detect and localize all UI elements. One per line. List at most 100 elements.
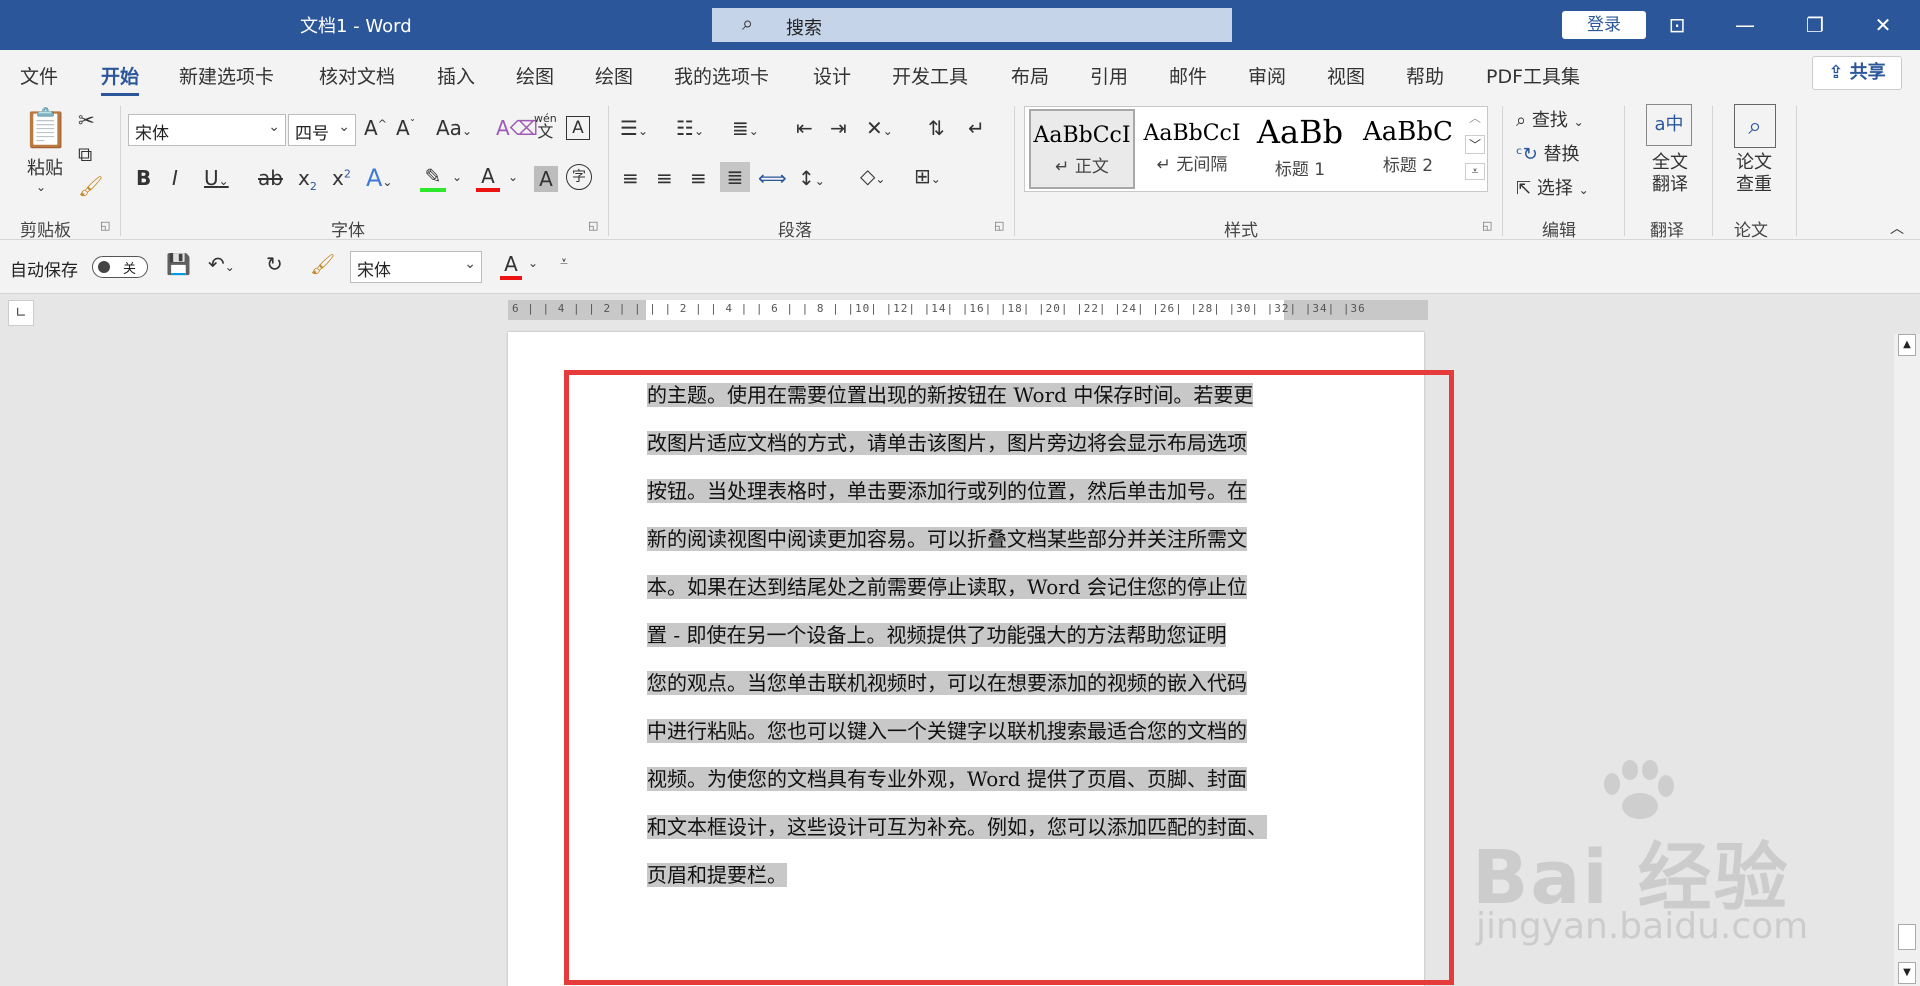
tab-review[interactable]: 审阅 bbox=[1248, 62, 1286, 89]
minimize-icon[interactable]: — bbox=[1730, 10, 1760, 40]
format-painter-icon[interactable]: 🖌 bbox=[78, 174, 103, 198]
tab-my-tab[interactable]: 我的选项卡 bbox=[674, 62, 769, 89]
collapse-ribbon-icon[interactable]: ︿ bbox=[1890, 218, 1904, 238]
copy-icon[interactable]: ⧉ bbox=[78, 142, 92, 166]
tab-draw-2[interactable]: 绘图 bbox=[595, 62, 633, 89]
tab-file[interactable]: 文件 bbox=[20, 62, 58, 89]
select-button[interactable]: ⇱ 选择 ⌄ bbox=[1516, 174, 1589, 200]
style-normal[interactable]: AaBbCcI ↵ 正文 bbox=[1029, 109, 1135, 189]
sort-icon[interactable]: ⇅ bbox=[928, 116, 945, 140]
highlight-color-icon[interactable]: ✎ bbox=[420, 164, 446, 192]
borders-icon[interactable]: ⊞⌄ bbox=[914, 164, 941, 188]
tab-review-doc[interactable]: 核对文档 bbox=[319, 62, 395, 89]
font-name-combo[interactable]: 宋体 ⌄ bbox=[128, 114, 286, 146]
character-border-icon[interactable]: A bbox=[566, 116, 590, 140]
paragraph-launcher-icon[interactable]: ◱ bbox=[994, 219, 1004, 232]
styles-launcher-icon[interactable]: ◱ bbox=[1482, 219, 1492, 232]
chinese-layout-icon[interactable]: ✕⌄ bbox=[866, 116, 893, 140]
tab-home[interactable]: 开始 bbox=[101, 62, 140, 96]
distributed-icon[interactable]: ⟺ bbox=[758, 166, 787, 190]
style-heading-1[interactable]: AaBb 标题 1 bbox=[1247, 109, 1353, 189]
format-painter-icon[interactable]: 🖌 bbox=[310, 252, 335, 276]
close-icon[interactable]: ✕ bbox=[1868, 10, 1898, 40]
clipboard-launcher-icon[interactable]: ◱ bbox=[100, 219, 110, 232]
tab-insert[interactable]: 插入 bbox=[437, 62, 475, 89]
horizontal-ruler[interactable]: 6 | | 4 | | 2 | | | | 2 | | 4 | | 6 | | … bbox=[508, 300, 1428, 320]
numbering-icon[interactable]: ☷⌄ bbox=[676, 116, 704, 140]
highlight-dropdown-icon[interactable]: ⌄ bbox=[452, 170, 462, 184]
qat-font-color-dropdown-icon[interactable]: ⌄ bbox=[528, 256, 538, 270]
phonetic-guide-icon[interactable]: wén 文 bbox=[534, 112, 557, 140]
cut-icon[interactable]: ✂ bbox=[78, 108, 95, 132]
subscript-icon[interactable]: x2 bbox=[298, 166, 317, 193]
tab-mailings[interactable]: 邮件 bbox=[1169, 62, 1207, 89]
shrink-font-icon[interactable]: Aˇ bbox=[396, 116, 415, 140]
full-translate-button[interactable]: 全文 翻译 bbox=[1640, 152, 1700, 196]
tab-references[interactable]: 引用 bbox=[1090, 62, 1128, 89]
italic-icon[interactable]: I bbox=[172, 166, 178, 190]
vertical-scrollbar[interactable]: ▲ ▼ bbox=[1894, 334, 1920, 986]
align-center-icon[interactable]: ≡ bbox=[656, 166, 673, 190]
multilevel-list-icon[interactable]: ≣⌄ bbox=[732, 116, 759, 140]
autosave-toggle[interactable]: 关 bbox=[92, 256, 148, 278]
search-box[interactable]: ⌕ 搜索 bbox=[712, 8, 1232, 42]
replace-button[interactable]: ᶜ↻ 替换 bbox=[1516, 140, 1579, 166]
underline-icon[interactable]: U⌄ bbox=[204, 166, 229, 190]
grow-font-icon[interactable]: A^ bbox=[364, 116, 387, 140]
styles-more-icon[interactable]: ⩡ bbox=[1465, 163, 1485, 180]
share-button[interactable]: ⇪ 共享 bbox=[1812, 56, 1902, 90]
text-effects-icon[interactable]: A⌄ bbox=[366, 164, 392, 192]
font-color-dropdown-icon[interactable]: ⌄ bbox=[508, 170, 518, 184]
ribbon-display-icon[interactable]: ⊡ bbox=[1662, 10, 1692, 40]
scroll-up-icon[interactable]: ▲ bbox=[1898, 334, 1916, 356]
enclose-characters-icon[interactable]: 字 bbox=[566, 164, 592, 190]
tab-new-tab[interactable]: 新建选项卡 bbox=[179, 62, 274, 89]
scroll-thumb[interactable] bbox=[1898, 924, 1916, 950]
justify-icon[interactable]: ≣ bbox=[720, 162, 750, 192]
font-size-combo[interactable]: 四号 ⌄ bbox=[288, 114, 356, 146]
font-launcher-icon[interactable]: ◱ bbox=[588, 219, 598, 232]
paste-dropdown-icon[interactable]: ⌄ bbox=[36, 180, 46, 194]
qat-font-combo[interactable]: 宋体 ⌄ bbox=[350, 251, 482, 283]
shading-icon[interactable]: ◇⌄ bbox=[860, 164, 885, 188]
styles-scroll-up-icon[interactable]: ︿ bbox=[1465, 109, 1485, 126]
show-marks-icon[interactable]: ↵ bbox=[968, 116, 985, 140]
align-right-icon[interactable]: ≡ bbox=[690, 166, 707, 190]
paste-button-label[interactable]: 粘贴 bbox=[22, 154, 68, 180]
clear-format-icon[interactable]: A⌫ bbox=[496, 116, 538, 140]
line-spacing-icon[interactable]: ↕⌄ bbox=[798, 166, 825, 190]
tab-help[interactable]: 帮助 bbox=[1406, 62, 1444, 89]
align-left-icon[interactable]: ≡ bbox=[622, 166, 639, 190]
tab-view[interactable]: 视图 bbox=[1327, 62, 1365, 89]
decrease-indent-icon[interactable]: ⇤ bbox=[796, 116, 813, 140]
bold-icon[interactable]: B bbox=[136, 166, 151, 190]
full-translate-icon[interactable]: a中 bbox=[1646, 104, 1692, 146]
bullets-icon[interactable]: ☰⌄ bbox=[620, 116, 648, 140]
change-case-icon[interactable]: Aa⌄ bbox=[436, 116, 472, 140]
tab-pdf-tools[interactable]: PDF工具集 bbox=[1486, 62, 1580, 89]
style-no-spacing[interactable]: AaBbCcI ↵ 无间隔 bbox=[1139, 109, 1245, 189]
styles-scroll-down-icon[interactable]: ﹀ bbox=[1465, 135, 1485, 154]
character-shading-icon[interactable]: A bbox=[534, 166, 558, 192]
increase-indent-icon[interactable]: ⇥ bbox=[830, 116, 847, 140]
tab-draw-1[interactable]: 绘图 bbox=[516, 62, 554, 89]
tab-design[interactable]: 设计 bbox=[813, 62, 851, 89]
tab-stop-selector[interactable]: ∟ bbox=[8, 300, 34, 326]
tab-developer[interactable]: 开发工具 bbox=[892, 62, 968, 89]
font-color-icon[interactable]: A bbox=[476, 164, 500, 192]
redo-icon[interactable]: ↻ bbox=[266, 252, 283, 276]
find-button[interactable]: ⌕ 查找 ⌄ bbox=[1516, 106, 1584, 132]
undo-icon[interactable]: ↶⌄ bbox=[208, 252, 235, 276]
paste-icon[interactable]: 📋 bbox=[22, 106, 69, 150]
customize-qat-icon[interactable]: ⩡ bbox=[560, 254, 568, 270]
login-button[interactable]: 登录 bbox=[1562, 11, 1646, 39]
strikethrough-icon[interactable]: ab bbox=[258, 166, 283, 190]
paper-check-button[interactable]: 论文 查重 bbox=[1724, 152, 1784, 196]
superscript-icon[interactable]: x2 bbox=[332, 166, 351, 190]
restore-icon[interactable]: ❐ bbox=[1800, 10, 1830, 40]
save-icon[interactable]: 💾 bbox=[166, 252, 191, 276]
paper-check-icon[interactable]: ⌕ bbox=[1734, 104, 1776, 148]
style-heading-2[interactable]: AaBbC 标题 2 bbox=[1355, 109, 1461, 189]
qat-font-color-icon[interactable]: A bbox=[500, 252, 522, 280]
scroll-down-icon[interactable]: ▼ bbox=[1898, 962, 1916, 984]
